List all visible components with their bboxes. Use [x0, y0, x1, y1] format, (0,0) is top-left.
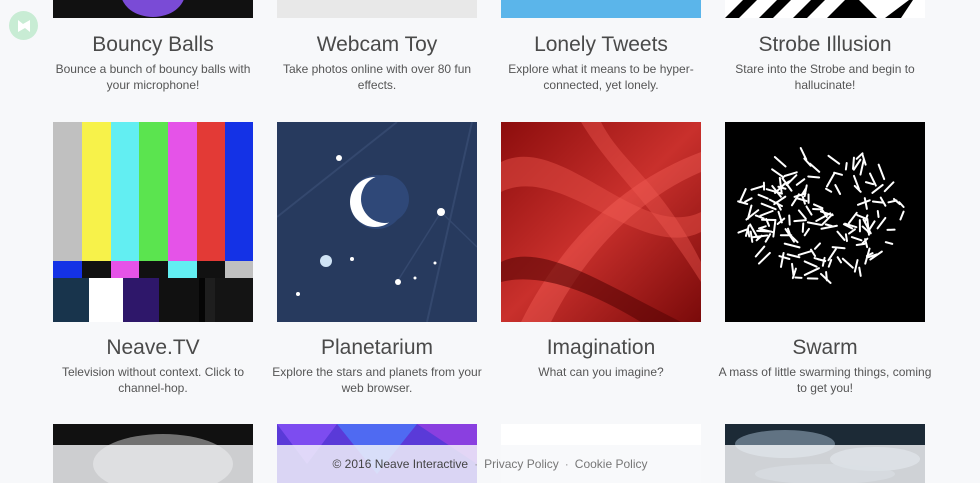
footer: © 2016 Neave Interactive · Privacy Polic…: [0, 445, 980, 483]
project-description: What can you imagine?: [538, 365, 664, 379]
project-description: Explore what it means to be hyper-connec…: [508, 62, 694, 92]
separator: ·: [564, 457, 569, 471]
project-description: Bounce a bunch of bouncy balls with your…: [55, 62, 251, 92]
project-title[interactable]: Lonely Tweets: [481, 33, 721, 57]
imagination-thumbnail[interactable]: [501, 122, 701, 322]
project-description: Television without context. Click to cha…: [61, 365, 245, 395]
neave-tv-thumbnail[interactable]: [53, 122, 253, 322]
separator: ·: [474, 457, 479, 471]
project-title[interactable]: Webcam Toy: [257, 33, 497, 57]
bouncy-balls-thumbnail[interactable]: [53, 0, 253, 18]
project-description: A mass of little swarming things, coming…: [718, 365, 932, 395]
project-description: Take photos online with over 80 fun effe…: [282, 62, 472, 92]
project-title[interactable]: Strobe Illusion: [705, 33, 945, 57]
planetarium-thumbnail[interactable]: [277, 122, 477, 322]
project-title[interactable]: Imagination: [481, 336, 721, 360]
project-description: Explore the stars and planets from your …: [272, 365, 482, 395]
swarm-thumbnail[interactable]: [725, 122, 925, 322]
lonely-tweets-thumbnail[interactable]: [501, 0, 701, 18]
project-title[interactable]: Neave.TV: [33, 336, 273, 360]
privacy-policy-link[interactable]: Privacy Policy: [484, 457, 559, 471]
project-title[interactable]: Swarm: [705, 336, 945, 360]
neave-logo-icon[interactable]: [9, 11, 38, 40]
strobe-illusion-thumbnail[interactable]: [725, 0, 925, 18]
webcam-toy-thumbnail[interactable]: [277, 0, 477, 18]
project-description: Stare into the Strobe and begin to hallu…: [735, 62, 915, 92]
project-title[interactable]: Bouncy Balls: [33, 33, 273, 57]
cookie-policy-link[interactable]: Cookie Policy: [575, 457, 648, 471]
copyright-text: © 2016 Neave Interactive: [332, 457, 469, 471]
project-title[interactable]: Planetarium: [257, 336, 497, 360]
